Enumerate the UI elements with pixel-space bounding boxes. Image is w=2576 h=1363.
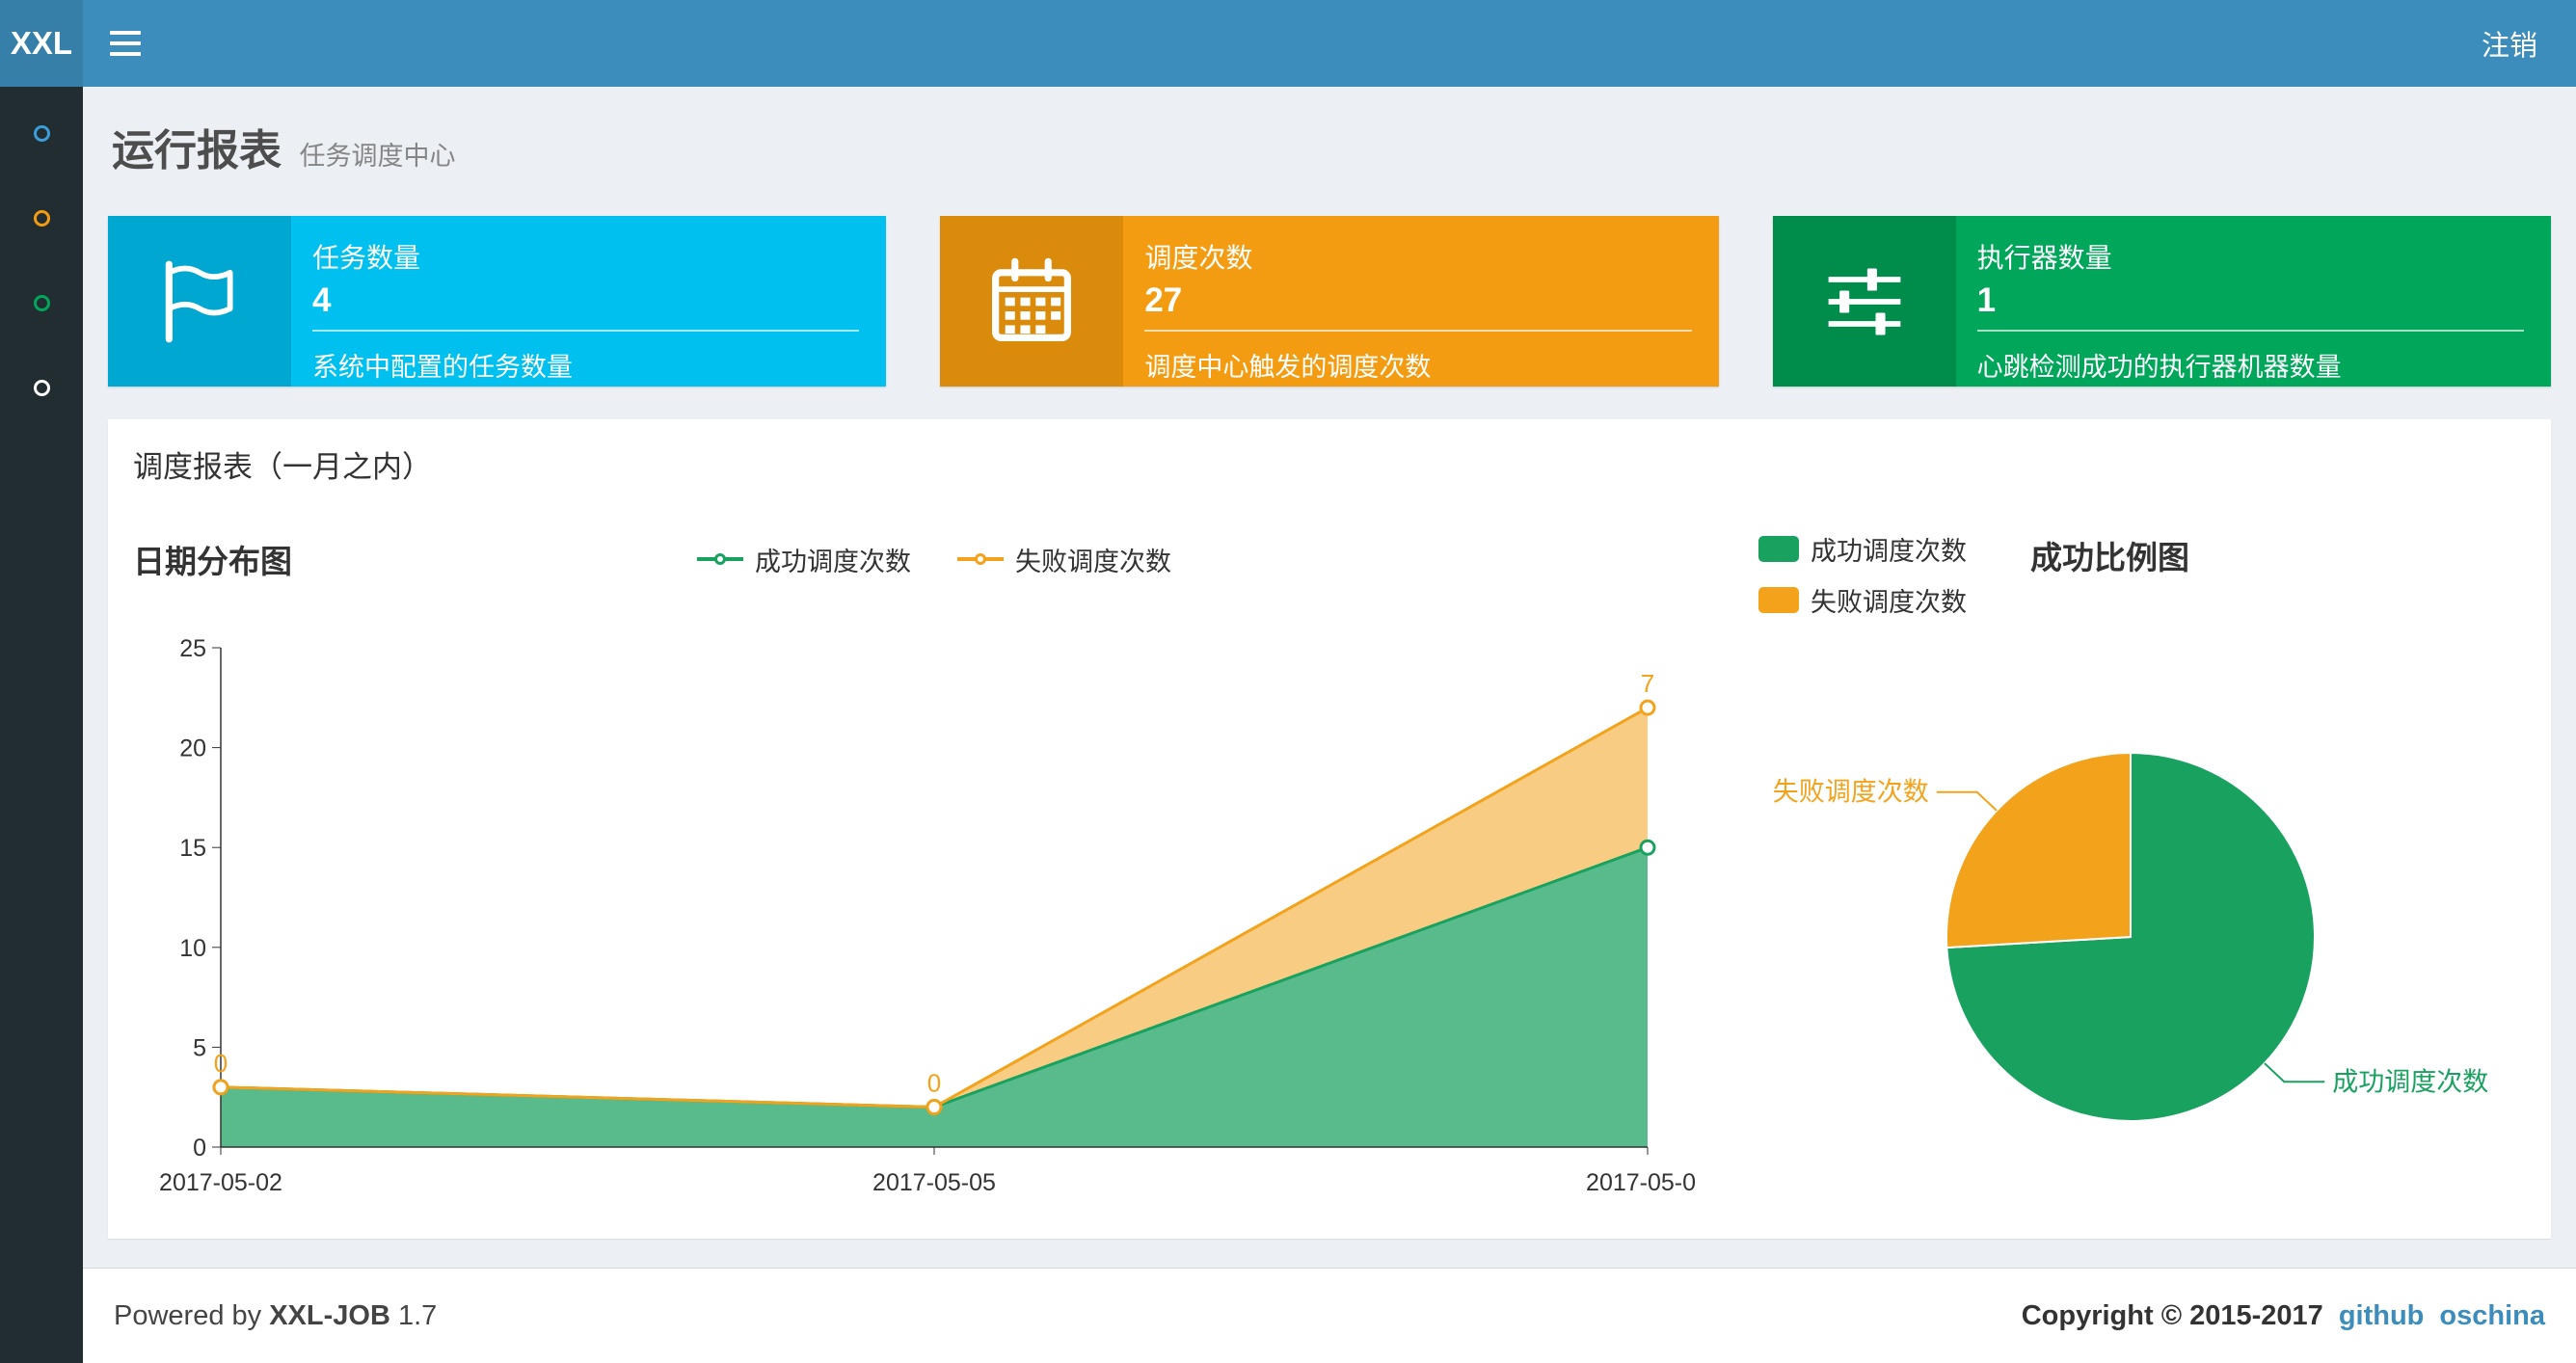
svg-text:20: 20: [179, 735, 206, 762]
schedule-report-panel: 调度报表（一月之内） 日期分布图 成功调度次数 失败调度次数 0 5 10 15…: [108, 419, 2551, 1239]
svg-text:10: 10: [179, 935, 206, 962]
powered-by: Powered by XXL-JOB 1.7: [114, 1299, 438, 1331]
app-logo[interactable]: XXL: [0, 0, 83, 87]
app-logo-text: XXL: [10, 25, 73, 61]
charts-row: 日期分布图 成功调度次数 失败调度次数 0 5 10 15 20 25 2017…: [133, 530, 2526, 1210]
line-chart-title: 日期分布图: [133, 544, 292, 579]
svg-text:2017-05-02: 2017-05-02: [159, 1169, 282, 1196]
svg-text:7: 7: [1641, 669, 1654, 698]
svg-text:0: 0: [927, 1069, 941, 1098]
app-version: 1.7: [397, 1299, 438, 1331]
svg-text:5: 5: [193, 1034, 206, 1061]
success-ratio-chart-block: 成功调度次数 失败调度次数 成功比例图 成功调度次数 失败调度次数: [1697, 530, 2526, 1210]
sidebar-item-2[interactable]: [0, 175, 83, 260]
hamburger-icon: [110, 31, 141, 35]
svg-text:0: 0: [193, 1135, 206, 1162]
svg-text:失败调度次数: 失败调度次数: [1773, 778, 1929, 807]
github-link[interactable]: github: [2339, 1300, 2425, 1332]
info-box-value: 27: [1144, 281, 1183, 319]
oschina-link[interactable]: oschina: [2439, 1300, 2545, 1332]
info-box-title: 调度次数: [1144, 243, 1253, 273]
legend-success-swatch: [1758, 536, 1799, 562]
info-box-value: 1: [1976, 281, 1997, 319]
navbar-content: 注销: [83, 0, 2576, 87]
info-box-title: 执行器数量: [1976, 243, 2112, 273]
sidebar-item-4[interactable]: [0, 345, 83, 430]
page-subtitle: 任务调度中心: [299, 142, 456, 171]
info-box-value: 4: [312, 281, 332, 319]
legend-success-marker: [697, 553, 743, 565]
info-box-desc: 系统中配置的任务数量: [312, 353, 573, 382]
logout-link[interactable]: 注销: [2443, 0, 2576, 87]
sidebar-toggle-button[interactable]: [83, 31, 168, 56]
flag-icon: [108, 216, 291, 387]
page-header: 运行报表 任务调度中心: [83, 87, 2576, 216]
info-box-trigger-count: 调度次数 27 调度中心触发的调度次数: [940, 216, 1719, 387]
divider: [1976, 330, 2524, 332]
line-chart-legend: 成功调度次数 失败调度次数: [697, 541, 1171, 578]
panel-title: 调度报表（一月之内）: [133, 450, 432, 484]
legend-success[interactable]: 成功调度次数: [697, 541, 911, 578]
copyright: Copyright © 2015-2017 github oschina: [2022, 1300, 2545, 1332]
page-title: 运行报表: [112, 127, 282, 174]
divider: [312, 330, 860, 332]
pie-legend-success-label: 成功调度次数: [1811, 537, 1967, 566]
svg-text:15: 15: [179, 835, 206, 862]
sidebar: [0, 87, 83, 1363]
success-ratio-pie-chart: 成功调度次数 失败调度次数: [1773, 751, 2488, 1122]
date-distribution-chart-block: 日期分布图 成功调度次数 失败调度次数 0 5 10 15 20 25 2017…: [133, 530, 1709, 1210]
sidebar-item-3[interactable]: [0, 260, 83, 345]
legend-fail-marker: [957, 553, 1004, 565]
date-distribution-chart: 05101520252017-05-022017-05-052017-05-08…: [159, 635, 1709, 1196]
legend-success-label: 成功调度次数: [755, 547, 911, 576]
info-box-desc: 心跳检测成功的执行器机器数量: [1976, 353, 2342, 382]
svg-text:2017-05-05: 2017-05-05: [872, 1169, 996, 1196]
calendar-icon: [940, 216, 1124, 387]
info-box-job-count: 任务数量 4 系统中配置的任务数量: [108, 216, 887, 387]
app-wrapper: XXL 注销 运行报表 任务调度中心 任务数量 4 系统中配置的任务数量 调度次…: [0, 0, 2576, 1363]
circle-icon: [33, 209, 50, 227]
footer: Powered by XXL-JOB 1.7 Copyright © 2015-…: [83, 1268, 2576, 1363]
svg-text:25: 25: [179, 635, 206, 662]
divider: [1144, 330, 1692, 332]
circle-icon: [33, 124, 50, 142]
copyright-text: Copyright © 2015-2017: [2021, 1299, 2323, 1331]
svg-text:0: 0: [214, 1049, 228, 1078]
svg-text:2017-05-08: 2017-05-08: [1586, 1169, 1695, 1196]
pie-legend-success[interactable]: 成功调度次数: [1758, 530, 1967, 568]
pie-chart-title: 成功比例图: [2030, 540, 2189, 575]
info-box-executor-count: 执行器数量 1 心跳检测成功的执行器机器数量: [1772, 216, 2551, 387]
circle-icon: [33, 379, 50, 396]
info-box-title: 任务数量: [312, 243, 421, 273]
info-boxes-row: 任务数量 4 系统中配置的任务数量 调度次数 27 调度中心触发的调度次数 执行…: [83, 216, 2576, 387]
circle-icon: [33, 294, 50, 311]
legend-fail[interactable]: 失败调度次数: [957, 541, 1171, 578]
top-navbar: XXL 注销: [0, 0, 2576, 87]
svg-text:成功调度次数: 成功调度次数: [2332, 1067, 2488, 1096]
app-name: XXL-JOB: [269, 1299, 390, 1331]
sidebar-item-1[interactable]: [0, 91, 83, 175]
main-content: 运行报表 任务调度中心 任务数量 4 系统中配置的任务数量 调度次数 27 调度…: [83, 87, 2576, 1363]
legend-fail-label: 失败调度次数: [1015, 547, 1171, 576]
sliders-icon: [1772, 216, 1956, 387]
info-box-desc: 调度中心触发的调度次数: [1144, 353, 1432, 382]
